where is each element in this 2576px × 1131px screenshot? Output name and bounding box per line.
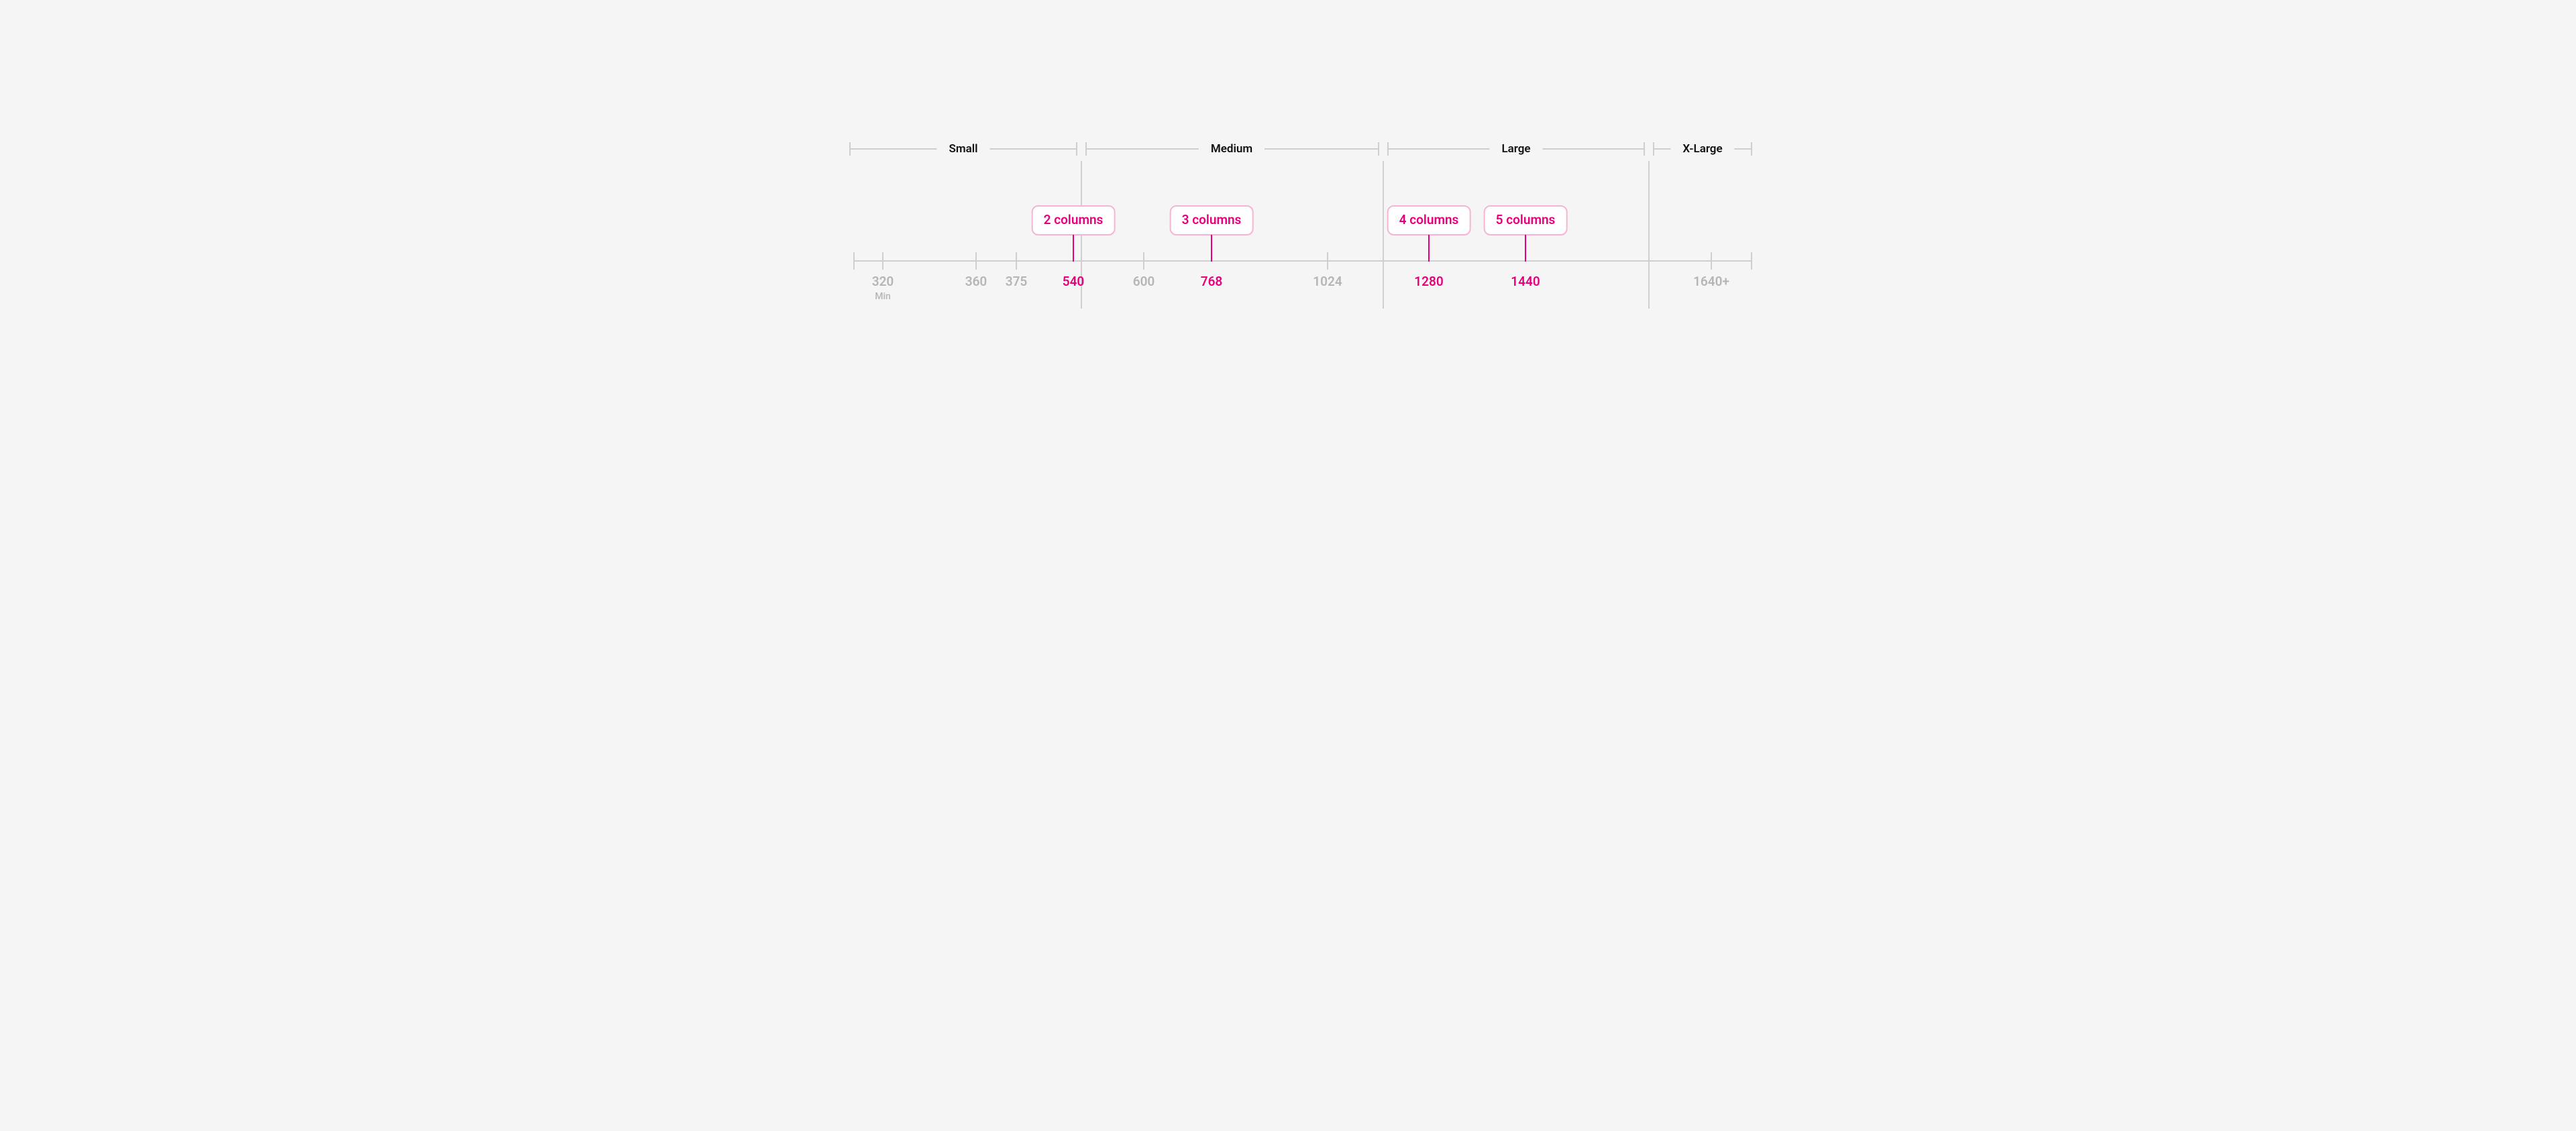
bracket-xlarge-capR xyxy=(1751,142,1752,156)
pill-3-columns: 3 columns xyxy=(1170,205,1254,235)
size-label-small: Small xyxy=(936,142,989,156)
tick-label-1280: 1280 xyxy=(1414,274,1443,289)
tick-320 xyxy=(882,252,883,270)
bracket-large-capL xyxy=(1387,142,1389,156)
axis-cap-right xyxy=(1751,252,1752,270)
size-label-xlarge: X-Large xyxy=(1670,142,1734,156)
tick-600 xyxy=(1143,252,1144,270)
pill-2-columns: 2 columns xyxy=(1032,205,1116,235)
pill-stem-2 xyxy=(1073,235,1074,262)
size-label-large: Large xyxy=(1489,142,1542,156)
tick-label-1024: 1024 xyxy=(1313,274,1342,289)
tick-label-320: 320 xyxy=(872,274,894,289)
pill-stem-5 xyxy=(1525,235,1526,262)
bracket-small-capR xyxy=(1076,142,1077,156)
tick-label-540: 540 xyxy=(1063,274,1085,289)
tick-sublabel-min: Min xyxy=(875,291,891,302)
bracket-medium-capL xyxy=(1085,142,1087,156)
breakpoint-diagram: Small Medium Large X-Large 320 Min 360 3… xyxy=(773,0,1803,452)
tick-label-360: 360 xyxy=(965,274,987,289)
size-label-medium: Medium xyxy=(1199,142,1265,156)
tick-label-600: 600 xyxy=(1133,274,1155,289)
divider-large-xlarge xyxy=(1648,161,1650,309)
divider-medium-large xyxy=(1383,161,1384,309)
tick-label-1440: 1440 xyxy=(1511,274,1540,289)
pill-4-columns: 4 columns xyxy=(1387,205,1471,235)
tick-label-375: 375 xyxy=(1006,274,1028,289)
tick-360 xyxy=(975,252,977,270)
bracket-small-capL xyxy=(849,142,851,156)
tick-1640 xyxy=(1711,252,1712,270)
bracket-medium-capR xyxy=(1378,142,1379,156)
bracket-large-capR xyxy=(1644,142,1645,156)
tick-375 xyxy=(1016,252,1017,270)
pill-stem-3 xyxy=(1211,235,1212,262)
tick-1024 xyxy=(1327,252,1328,270)
bracket-xlarge-capL xyxy=(1653,142,1654,156)
pill-stem-4 xyxy=(1428,235,1430,262)
axis-cap-left xyxy=(853,252,855,270)
tick-label-1640: 1640+ xyxy=(1693,274,1729,289)
pill-5-columns: 5 columns xyxy=(1484,205,1568,235)
tick-label-768: 768 xyxy=(1201,274,1223,289)
axis-line xyxy=(853,260,1752,262)
